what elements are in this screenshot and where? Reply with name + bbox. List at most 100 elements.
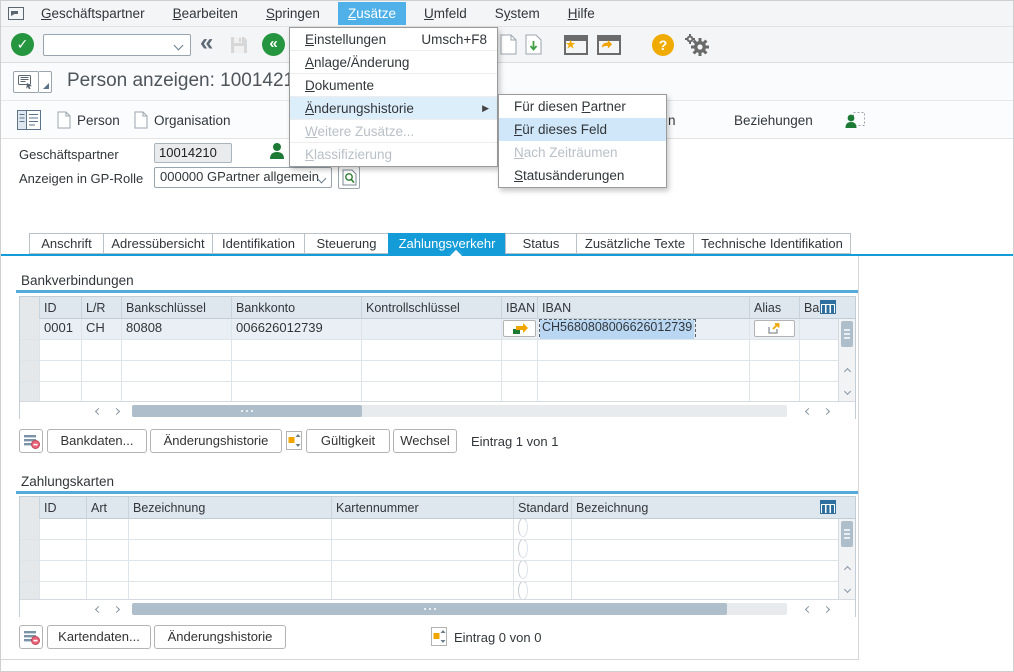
create-shortcut-icon[interactable] xyxy=(597,35,621,60)
services-dropdown-icon[interactable] xyxy=(39,71,52,93)
role-history-icon[interactable] xyxy=(338,166,360,189)
scrollbar-thumb[interactable] xyxy=(841,321,853,347)
scroll-right-icon[interactable] xyxy=(818,403,835,419)
bank-row-empty[interactable] xyxy=(20,382,840,401)
system-menu-icon[interactable] xyxy=(1,7,31,20)
col-bezeichnung[interactable]: Bezeichnung xyxy=(129,497,332,519)
cell-id[interactable]: 0001 xyxy=(40,319,82,340)
menu-item-anlage-aenderung[interactable]: Anlage/Änderung xyxy=(290,51,497,74)
cell-lr[interactable]: CH xyxy=(82,319,122,340)
download-page-icon[interactable] xyxy=(525,34,542,60)
menu-bearbeiten[interactable]: Bearbeiten xyxy=(163,2,248,25)
col-id[interactable]: ID xyxy=(40,497,87,519)
tab-zusaetzliche-texte[interactable]: Zusätzliche Texte xyxy=(576,233,694,254)
enter-button[interactable]: ✓ xyxy=(11,33,34,56)
scroll-right-icon[interactable] xyxy=(818,601,835,617)
command-field[interactable] xyxy=(43,34,191,56)
organisation-button[interactable]: Organisation xyxy=(134,107,231,133)
scroll-right-icon[interactable] xyxy=(108,403,125,419)
wechsel-button[interactable]: Wechsel xyxy=(393,429,457,453)
cell-bankschluessel[interactable]: 80808 xyxy=(122,319,232,340)
col-lr[interactable]: L/R xyxy=(82,297,122,319)
bank-row-1[interactable]: 0001 CH 80808 006626012739 CH56808080066… xyxy=(20,319,840,340)
bank-vertical-scrollbar[interactable] xyxy=(838,319,855,401)
menu-system[interactable]: System xyxy=(485,2,550,25)
menu-item-einstellungen[interactable]: Einstellungen Umsch+F8 xyxy=(290,28,497,51)
scroll-left-icon[interactable] xyxy=(90,601,107,617)
cell-bankkonto[interactable]: 006626012739 xyxy=(232,319,362,340)
kartendaten-button[interactable]: Kartendaten... xyxy=(47,625,151,649)
delete-card-row-icon[interactable] xyxy=(19,625,43,649)
menu-springen[interactable]: Springen xyxy=(256,2,330,25)
menu-zusaetze[interactable]: Zusätze xyxy=(338,2,406,25)
col-kontrollschluessel[interactable]: Kontrollschlüssel xyxy=(362,297,502,319)
cell-bank[interactable] xyxy=(800,319,840,340)
tab-technische-identifikation[interactable]: Technische Identifikation xyxy=(693,233,851,254)
scroll-left-icon[interactable] xyxy=(90,403,107,419)
delete-bank-row-icon[interactable] xyxy=(19,429,43,453)
sort-toggle-icon[interactable] xyxy=(431,627,447,651)
col-iban[interactable]: IBAN xyxy=(538,297,750,319)
scroll-right-icon[interactable] xyxy=(108,601,125,617)
cards-horizontal-scrollbar[interactable] xyxy=(20,599,855,617)
menu-umfeld[interactable]: Umfeld xyxy=(414,2,477,25)
bank-aenderungshistorie-button[interactable]: Änderungshistorie xyxy=(150,429,282,453)
bank-row-empty[interactable] xyxy=(20,361,840,382)
standard-radio[interactable] xyxy=(518,582,528,599)
tab-adressuebersicht[interactable]: Adressübersicht xyxy=(103,233,213,254)
menu-geschaeftspartner[interactable]: Geschäftspartner xyxy=(31,2,155,25)
beziehungen-button[interactable]: Beziehungen xyxy=(734,107,813,133)
standard-radio[interactable] xyxy=(518,540,528,558)
submenu-item-fuer-diesen-partner[interactable]: Für diesen Partner xyxy=(499,95,666,118)
partially-hidden-button[interactable]: n xyxy=(668,107,676,133)
sort-toggle-icon[interactable] xyxy=(286,431,302,455)
person-button[interactable]: Person xyxy=(57,107,120,133)
partner-field[interactable]: 10014210 xyxy=(154,143,232,163)
switch-partner-person-icon[interactable] xyxy=(844,107,866,133)
col-standard[interactable]: Standard xyxy=(514,497,572,519)
locator-toggle-icon[interactable] xyxy=(15,107,43,133)
col-alias[interactable]: Alias xyxy=(750,297,800,319)
card-row-empty[interactable] xyxy=(20,519,840,540)
cell-kontrollschluessel[interactable] xyxy=(362,319,502,340)
bank-row-empty[interactable] xyxy=(20,340,840,361)
bank-horizontal-scrollbar[interactable] xyxy=(20,401,855,419)
cards-aenderungshistorie-button[interactable]: Änderungshistorie xyxy=(154,625,286,649)
role-combobox[interactable]: 000000 GPartner allgemein xyxy=(154,167,332,188)
tab-identifikation[interactable]: Identifikation xyxy=(212,233,305,254)
cards-vertical-scrollbar[interactable] xyxy=(838,519,855,599)
scroll-up-icon[interactable] xyxy=(839,559,856,579)
cell-iban[interactable]: CH5680808006626012739 xyxy=(538,319,750,340)
card-row-empty[interactable] xyxy=(20,561,840,582)
col-kartennummer[interactable]: Kartennummer xyxy=(332,497,514,519)
scroll-left-icon[interactable] xyxy=(800,601,817,617)
row-selector[interactable] xyxy=(20,319,40,340)
col-art[interactable]: Art xyxy=(87,497,129,519)
back-icon[interactable]: « xyxy=(200,29,213,57)
tab-status[interactable]: Status xyxy=(505,233,577,254)
scroll-up-icon[interactable] xyxy=(839,361,856,381)
menu-hilfe[interactable]: Hilfe xyxy=(558,2,605,25)
tab-zahlungsverkehr[interactable]: Zahlungsverkehr xyxy=(388,233,506,254)
scrollbar-thumb[interactable] xyxy=(841,521,853,547)
standard-radio[interactable] xyxy=(518,561,528,579)
submenu-item-statusaenderungen[interactable]: Statusänderungen xyxy=(499,164,666,187)
iban-detail-icon[interactable] xyxy=(503,320,536,337)
card-row-empty[interactable] xyxy=(20,582,840,599)
menu-item-dokumente[interactable]: Dokumente xyxy=(290,74,497,97)
col-bankkonto[interactable]: Bankkonto xyxy=(232,297,362,319)
exit-button[interactable]: « xyxy=(262,33,285,56)
customize-layout-gear-icon[interactable] xyxy=(684,33,710,62)
col-bankschluessel[interactable]: Bankschlüssel xyxy=(122,297,232,319)
col-bezeichnung-2[interactable]: Bezeichnung xyxy=(572,497,840,519)
col-id[interactable]: ID xyxy=(40,297,82,319)
scroll-down-icon[interactable] xyxy=(839,579,856,599)
col-iban-icon[interactable]: IBAN xyxy=(502,297,538,319)
scrollbar-thumb[interactable] xyxy=(132,603,727,615)
scroll-down-icon[interactable] xyxy=(839,381,856,401)
card-row-empty[interactable] xyxy=(20,540,840,561)
bankdaten-button[interactable]: Bankdaten... xyxy=(47,429,147,453)
tab-anschrift[interactable]: Anschrift xyxy=(29,233,104,254)
help-icon[interactable]: ? xyxy=(651,33,675,62)
new-session-star-icon[interactable] xyxy=(564,35,588,60)
